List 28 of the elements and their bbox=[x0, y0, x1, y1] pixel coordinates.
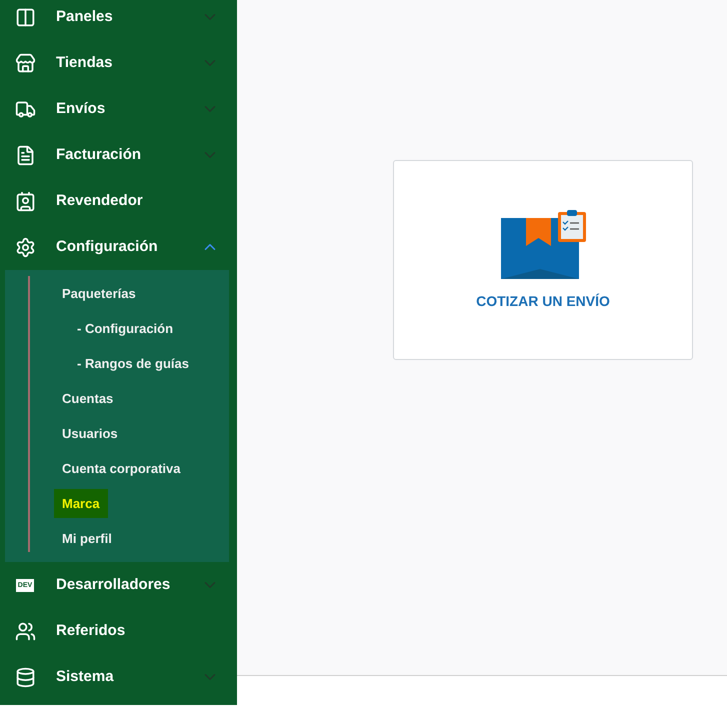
menu-item[interactable]: Envíos bbox=[56, 98, 201, 120]
database-icon bbox=[14, 666, 36, 688]
panels-icon bbox=[14, 6, 36, 28]
users-icon bbox=[14, 620, 36, 642]
invoice-icon bbox=[14, 144, 36, 166]
settings-icon bbox=[14, 236, 36, 258]
truck-icon bbox=[14, 98, 36, 120]
menu-item[interactable]: Referidos bbox=[56, 620, 219, 642]
menu-item[interactable]: Revendedor bbox=[56, 190, 219, 212]
package-clipboard-icon bbox=[499, 209, 587, 281]
submenu-item[interactable]: - Rangos de guías bbox=[77, 348, 197, 378]
quote-card[interactable]: COTIZAR UN ENVÍO bbox=[393, 160, 693, 360]
menu-item[interactable]: Configuración bbox=[56, 236, 201, 258]
menu-item[interactable]: Tiendas bbox=[56, 52, 201, 74]
contact-card-icon bbox=[14, 190, 36, 212]
submenu-item[interactable]: Mi perfil bbox=[54, 524, 120, 554]
menu-item[interactable]: Paneles bbox=[56, 6, 201, 28]
store-icon bbox=[14, 52, 36, 74]
submenu-item[interactable]: Cuenta corporativa bbox=[54, 454, 188, 484]
card-label: COTIZAR UN ENVÍO bbox=[476, 292, 610, 311]
submenu-item[interactable]: Cuentas bbox=[54, 384, 122, 414]
menu-item[interactable]: Desarrolladores bbox=[56, 574, 201, 596]
submenu-item[interactable]: Usuarios bbox=[54, 418, 126, 448]
menu-item[interactable]: Facturación bbox=[56, 144, 201, 166]
menu-item[interactable]: Sistema bbox=[56, 666, 201, 688]
submenu-item[interactable]: Paqueterías bbox=[54, 278, 144, 308]
submenu-item[interactable]: Marca bbox=[54, 488, 108, 518]
submenu-item[interactable]: - Configuración bbox=[77, 314, 182, 344]
